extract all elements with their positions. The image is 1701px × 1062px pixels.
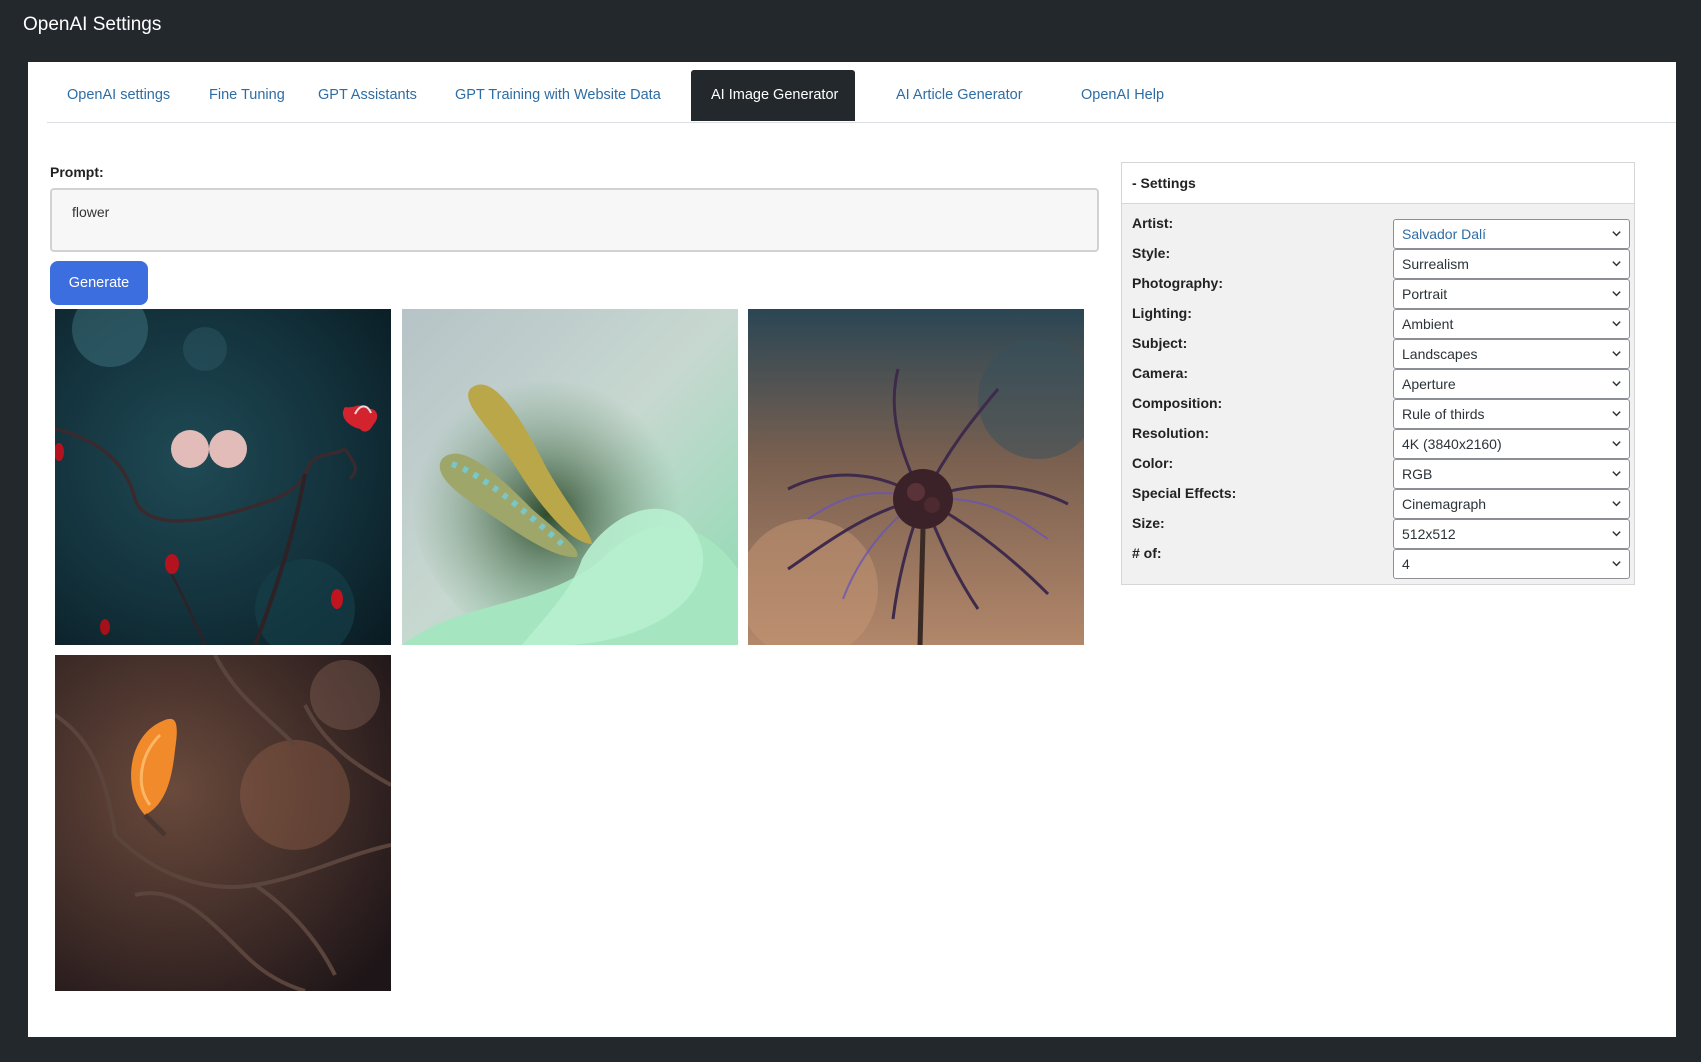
tab-gpt-training-website-data[interactable]: GPT Training with Website Data: [435, 70, 681, 121]
setting-special-effects: Special Effects: Cinemagraph: [1132, 485, 1630, 519]
setting-resolution: Resolution: 4K (3840x2160): [1132, 425, 1630, 459]
setting-label: Resolution:: [1132, 425, 1209, 441]
select-value: RGB: [1402, 466, 1433, 482]
number-of-select[interactable]: 4: [1393, 549, 1630, 579]
tab-openai-help[interactable]: OpenAI Help: [1061, 70, 1184, 121]
generated-image-4[interactable]: [55, 655, 391, 991]
chevron-down-icon: [1612, 561, 1621, 567]
settings-toggle[interactable]: - Settings: [1122, 163, 1634, 204]
select-value: Portrait: [1402, 286, 1448, 302]
calla-lily-image: [402, 309, 738, 645]
setting-label: Composition:: [1132, 395, 1223, 411]
prompt-label: Prompt:: [50, 164, 104, 180]
thistle-flower-image: [748, 309, 1084, 645]
setting-label: Artist:: [1132, 215, 1174, 231]
setting-label: # of:: [1132, 545, 1162, 561]
generate-button[interactable]: Generate: [50, 261, 148, 305]
app-title: OpenAI Settings: [23, 14, 162, 35]
tab-ai-article-generator[interactable]: AI Article Generator: [876, 70, 1043, 121]
select-value: Cinemagraph: [1402, 496, 1487, 512]
chevron-down-icon: [1612, 291, 1621, 297]
setting-number-of: # of: 4: [1132, 545, 1630, 579]
setting-label: Special Effects:: [1132, 485, 1237, 501]
tab-ai-image-generator[interactable]: AI Image Generator: [691, 70, 855, 121]
setting-subject: Subject: Landscapes: [1132, 335, 1630, 369]
setting-label: Color:: [1132, 455, 1174, 471]
red-bud-branch-image: [55, 309, 391, 645]
tab-gpt-assistants[interactable]: GPT Assistants: [298, 70, 437, 121]
setting-label: Style:: [1132, 245, 1171, 261]
prompt-input[interactable]: flower: [50, 188, 1099, 252]
setting-photography: Photography: Portrait: [1132, 275, 1630, 309]
setting-lighting: Lighting: Ambient: [1132, 305, 1630, 339]
chevron-down-icon: [1612, 501, 1621, 507]
select-value: 512x512: [1402, 526, 1456, 542]
chevron-down-icon: [1612, 471, 1621, 477]
setting-label: Size:: [1132, 515, 1165, 531]
tab-openai-settings[interactable]: OpenAI settings: [47, 70, 190, 121]
chevron-down-icon: [1612, 261, 1621, 267]
setting-label: Camera:: [1132, 365, 1189, 381]
generated-image-1[interactable]: [55, 309, 391, 645]
chevron-down-icon: [1612, 321, 1621, 327]
setting-style: Style: Surrealism: [1132, 245, 1630, 279]
setting-color: Color: RGB: [1132, 455, 1630, 489]
generated-image-3[interactable]: [748, 309, 1084, 645]
generated-image-2[interactable]: [402, 309, 738, 645]
setting-camera: Camera: Aperture: [1132, 365, 1630, 399]
setting-size: Size: 512x512: [1132, 515, 1630, 549]
tab-fine-tuning[interactable]: Fine Tuning: [189, 70, 305, 121]
chevron-down-icon: [1612, 351, 1621, 357]
setting-label: Subject:: [1132, 335, 1188, 351]
chevron-down-icon: [1612, 441, 1621, 447]
orange-magnolia-bud-image: [55, 655, 391, 991]
setting-composition: Composition: Rule of thirds: [1132, 395, 1630, 429]
setting-label: Lighting:: [1132, 305, 1192, 321]
select-value: Aperture: [1402, 376, 1456, 392]
setting-artist: Artist: Salvador Dalí: [1132, 215, 1630, 249]
setting-label: Photography:: [1132, 275, 1223, 291]
select-value: 4: [1402, 556, 1410, 572]
settings-panel: OpenAI settings Fine Tuning GPT Assistan…: [28, 62, 1676, 1037]
select-value: Landscapes: [1402, 346, 1478, 362]
chevron-down-icon: [1612, 231, 1621, 237]
chevron-down-icon: [1612, 531, 1621, 537]
chevron-down-icon: [1612, 381, 1621, 387]
tab-bar: OpenAI settings Fine Tuning GPT Assistan…: [47, 70, 1676, 123]
settings-box: - Settings Artist: Salvador Dalí Style: …: [1121, 162, 1635, 585]
select-value: Surrealism: [1402, 256, 1469, 272]
select-value: Salvador Dalí: [1402, 226, 1487, 242]
select-value: Ambient: [1402, 316, 1454, 332]
select-value: Rule of thirds: [1402, 406, 1485, 422]
select-value: 4K (3840x2160): [1402, 436, 1502, 452]
chevron-down-icon: [1612, 411, 1621, 417]
